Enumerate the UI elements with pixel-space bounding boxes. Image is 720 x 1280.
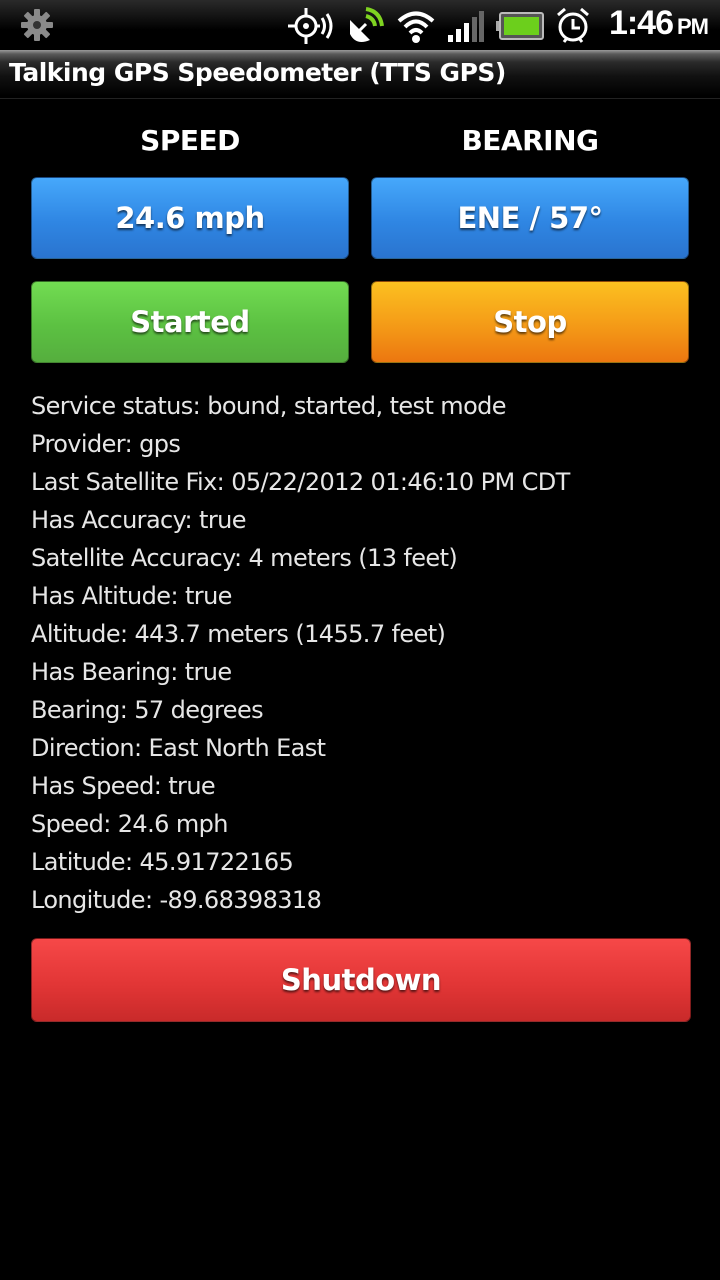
battery-icon bbox=[496, 12, 544, 40]
app-title: Talking GPS Speedometer (TTS GPS) bbox=[9, 58, 506, 87]
info-latitude: Latitude: 45.91722165 bbox=[31, 848, 294, 876]
started-button[interactable]: Started bbox=[31, 281, 349, 363]
title-bar: Talking GPS Speedometer (TTS GPS) bbox=[0, 50, 720, 99]
info-bearing: Bearing: 57 degrees bbox=[31, 696, 264, 724]
info-speed: Speed: 24.6 mph bbox=[31, 810, 228, 838]
info-service-status: Service status: bound, started, test mod… bbox=[31, 392, 507, 420]
speed-display-button[interactable]: 24.6 mph bbox=[31, 177, 349, 259]
info-last-fix: Last Satellite Fix: 05/22/2012 01:46:10 … bbox=[31, 468, 570, 496]
info-has-bearing: Has Bearing: true bbox=[31, 658, 232, 686]
info-direction: Direction: East North East bbox=[31, 734, 326, 762]
info-has-speed: Has Speed: true bbox=[31, 772, 216, 800]
stop-button[interactable]: Stop bbox=[371, 281, 689, 363]
speed-label: SPEED bbox=[140, 124, 240, 157]
alarm-clock-icon bbox=[557, 7, 589, 43]
settings-gear-icon bbox=[21, 9, 53, 41]
info-satellite-accuracy: Satellite Accuracy: 4 meters (13 feet) bbox=[31, 544, 458, 572]
shutdown-button[interactable]: Shutdown bbox=[31, 938, 691, 1022]
wifi-icon bbox=[397, 11, 435, 43]
clock-ampm: PM bbox=[677, 14, 709, 39]
info-provider: Provider: gps bbox=[31, 430, 181, 458]
satellite-dish-icon bbox=[350, 7, 384, 42]
gps-info-list: Service status: bound, started, test mod… bbox=[31, 387, 570, 919]
status-bar: 1:46 PM bbox=[0, 0, 720, 50]
status-clock: 1:46 PM bbox=[608, 4, 709, 43]
bearing-display-button[interactable]: ENE / 57° bbox=[371, 177, 689, 259]
info-longitude: Longitude: -89.68398318 bbox=[31, 886, 322, 914]
info-has-altitude: Has Altitude: true bbox=[31, 582, 232, 610]
info-altitude: Altitude: 443.7 meters (1455.7 feet) bbox=[31, 620, 446, 648]
bearing-label: BEARING bbox=[461, 124, 599, 157]
clock-time: 1:46 bbox=[608, 4, 674, 42]
gps-icon bbox=[288, 8, 333, 44]
info-has-accuracy: Has Accuracy: true bbox=[31, 506, 246, 534]
signal-strength-icon bbox=[448, 11, 484, 42]
